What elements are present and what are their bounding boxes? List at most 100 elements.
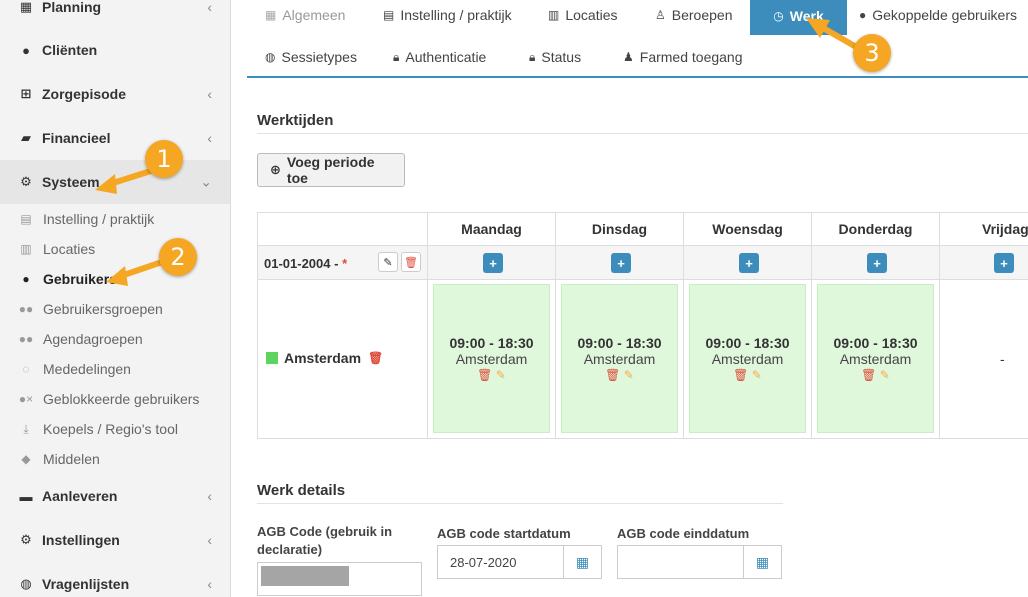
sidebar: ▦ Planning ‹ ● Cliënten ⊞ Zorgepisode ‹ … [0,0,231,597]
pencil-icon[interactable]: ✎ [880,368,890,382]
cubes-icon: ◆ [21,452,31,466]
trash-icon[interactable]: 🗑︎ [368,351,383,365]
tab-status[interactable]: 🔒︎ Status [529,39,581,75]
tab-algemeen[interactable]: ▦ Algemeen [265,0,345,33]
plus-icon: + [1000,255,1008,271]
tab-label: Instelling / praktijk [400,7,512,23]
tab-authenticatie[interactable]: 🔒︎ Authenticatie [393,39,486,75]
tab-farmed-toegang[interactable]: ♟ Farmed toegang [623,39,743,75]
trash-icon[interactable]: 🗑︎ [605,368,620,382]
sidebar-subitem-label: Middelen [43,451,100,467]
sidebar-item-vragenlijsten[interactable]: ◍ Vragenlijsten ‹ [0,562,230,597]
tab-gekoppelde-gebruikers[interactable]: ● Gekoppelde gebruikers [859,0,1017,33]
slot-actions: 🗑︎ ✎ [477,368,506,382]
sidebar-item-zorgepisode[interactable]: ⊞ Zorgepisode ‹ [0,72,230,116]
divider [257,133,1028,134]
sidebar-subitem-label: Koepels / Regio's tool [43,421,178,437]
add-slot-button[interactable]: + [867,253,887,273]
chevron-left-icon: ‹ [207,532,212,548]
sidebar-subitem-agendagroepen[interactable]: ●● Agendagroepen [0,324,230,354]
tab-label: Algemeen [282,7,346,23]
time-slot[interactable]: 09:00 - 18:30 Amsterdam 🗑︎ ✎ [561,284,678,433]
sidebar-item-financieel[interactable]: ▰ Financieel ‹ [0,116,230,160]
plus-icon: + [489,255,497,271]
sidebar-subitem-label: Gebruikersgroepen [43,301,163,317]
agb-start-date-field[interactable]: 28-07-2020 [437,545,564,579]
column-divider [811,213,812,438]
sidebar-subitem-label: Instelling / praktijk [43,211,155,227]
day-header: Vrijdag [982,221,1028,237]
trash-icon: 🗑︎ [404,256,418,269]
download-icon: ⤓ [23,421,29,436]
tab-label: Authenticatie [405,49,487,65]
plus-icon: + [617,255,625,271]
trash-icon[interactable]: 🗑︎ [861,368,876,382]
sidebar-item-label: Planning [42,0,102,15]
slot-time: 09:00 - 18:30 [705,335,790,351]
tab-label: Gekoppelde gebruikers [872,7,1018,23]
werk-details-title: Werk details [257,482,346,499]
time-slot[interactable]: 09:00 - 18:30 Amsterdam 🗑︎ ✎ [433,284,550,433]
edit-period-button[interactable]: ✎ [378,252,398,272]
day-header: Maandag [461,221,522,237]
day-header: Dinsdag [591,221,648,237]
time-slot[interactable]: 09:00 - 18:30 Amsterdam 🗑︎ ✎ [689,284,806,433]
map-icon: ▥ [548,8,560,22]
cogs-icon: ⚙ [20,174,32,189]
sidebar-subitem-gebruikersgroepen[interactable]: ●● Gebruikersgroepen [0,294,230,324]
pencil-icon[interactable]: ✎ [752,368,762,382]
tab-locaties[interactable]: ▥ Locaties [548,0,618,33]
delete-period-button[interactable]: 🗑︎ [401,252,421,272]
users-icon: ●● [18,332,34,346]
user-icon: ● [22,272,30,286]
time-slot[interactable]: 09:00 - 18:30 Amsterdam 🗑︎ ✎ [817,284,934,433]
sidebar-item-instellingen[interactable]: ⚙ Instellingen ‹ [0,518,230,562]
tab-instelling-praktijk[interactable]: ▤ Instelling / praktijk [383,0,512,33]
calendar-icon[interactable]: ▦ [564,545,602,579]
chevron-left-icon: ‹ [207,130,212,146]
column-divider [427,213,428,438]
lock-icon: 🔒︎ [529,49,536,64]
column-divider [683,213,684,438]
callout-badge-1: 1 [145,140,183,178]
sidebar-subitem-instelling[interactable]: ▤ Instelling / praktijk [0,204,230,234]
sidebar-item-label: Instellingen [42,532,120,548]
sidebar-item-aanleveren[interactable]: ▬ Aanleveren ‹ [0,474,230,518]
period-date: 01-01-2004 - [264,256,339,271]
agb-end-date-field[interactable] [617,545,744,579]
pencil-icon[interactable]: ✎ [496,368,506,382]
tab-sessietypes[interactable]: ◍ Sessietypes [265,39,357,75]
tab-label: Status [541,49,582,65]
tab-beroepen[interactable]: ♙ Beroepen [655,0,732,33]
column-divider [555,213,556,438]
medkit-icon: ⊞ [20,86,32,101]
add-period-button[interactable]: ⊕ Voeg periode toe [257,153,405,187]
tab-label: Sessietypes [281,49,357,65]
globe-icon: ◍ [265,50,276,64]
add-period-label: Voeg periode toe [286,154,375,186]
location-name: Amsterdam [284,350,362,366]
sidebar-item-label: Vragenlijsten [42,576,130,592]
sidebar-item-clienten[interactable]: ● Cliënten [0,28,230,72]
sidebar-item-label: Financieel [42,130,111,146]
add-slot-button[interactable]: + [739,253,759,273]
add-slot-button[interactable]: + [483,253,503,273]
sidebar-item-label: Cliënten [42,42,98,58]
chevron-left-icon: ‹ [207,488,212,504]
add-slot-button[interactable]: + [994,253,1014,273]
sidebar-subitem-koepels[interactable]: ⤓ Koepels / Regio's tool [0,414,230,444]
person-icon: ♙ [655,8,666,22]
trash-icon[interactable]: 🗑︎ [477,368,492,382]
chevron-left-icon: ‹ [207,0,212,15]
sidebar-subitem-middelen[interactable]: ◆ Middelen [0,444,230,474]
calendar-icon[interactable]: ▦ [744,545,782,579]
sidebar-subitem-mededelingen[interactable]: ◌ Mededelingen [0,354,230,384]
user-icon: ● [22,42,30,58]
agb-code-field[interactable] [257,562,422,596]
sidebar-item-planning[interactable]: ▦ Planning ‹ [0,0,230,29]
pencil-icon[interactable]: ✎ [624,368,634,382]
trash-icon[interactable]: 🗑︎ [733,368,748,382]
add-slot-button[interactable]: + [611,253,631,273]
period-label: 01-01-2004 - * [264,256,347,271]
sidebar-subitem-geblokkeerde[interactable]: ●× Geblokkeerde gebruikers [0,384,230,414]
